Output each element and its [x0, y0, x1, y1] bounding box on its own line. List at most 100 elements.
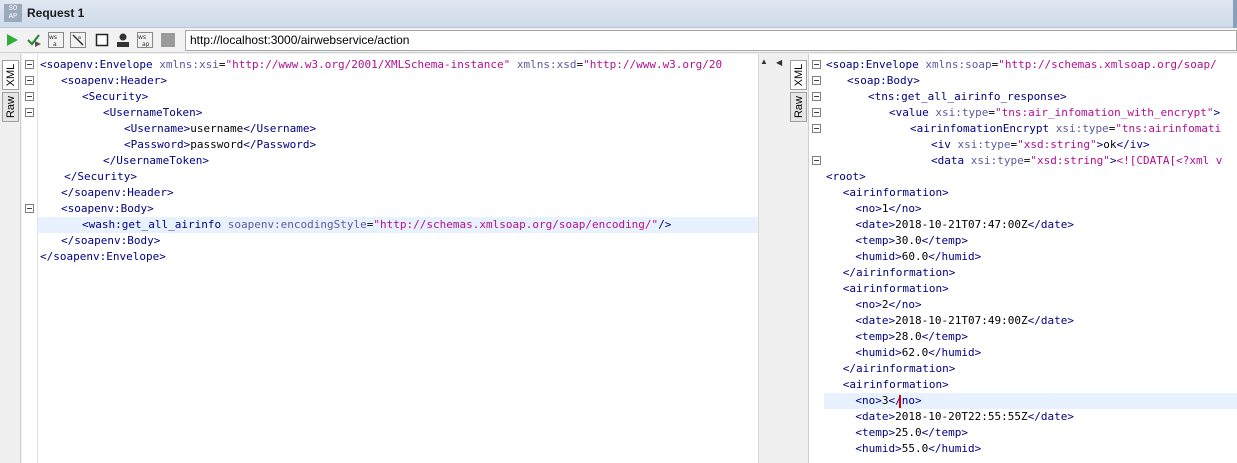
xml-txt-token: 55.0 — [901, 442, 929, 455]
xml-tag-token: <soapenv:Body> — [61, 202, 154, 215]
fold-toggle-icon[interactable] — [812, 108, 821, 117]
stop-icon[interactable] — [94, 32, 110, 48]
xml-tag-token: <Username> — [124, 122, 191, 135]
code-line: <temp>28.0</temp> — [855, 329, 968, 345]
fold-toggle-icon[interactable] — [25, 92, 34, 101]
code-line: <temp>25.0</temp> — [855, 425, 968, 441]
response-editor[interactable]: <soap:Envelope xmlns:soap = "http://schema… — [824, 54, 1237, 463]
code-line: <humid>55.0</humid> — [855, 441, 981, 457]
ws-b-icon[interactable]: a — [70, 32, 86, 48]
endpoint-url-input[interactable]: http://localhost:3000/airwebservice/acti… — [185, 30, 1237, 51]
xml-tag-token: </temp> — [921, 234, 968, 247]
xml-tag-token: </date> — [1027, 314, 1074, 327]
xml-attr-token: xmlns:soap — [925, 58, 992, 71]
code-line: <date>2018-10-21T07:49:00Z</date> — [855, 313, 1074, 329]
code-line: <value xsi:type="tns:air_infomation_with… — [889, 105, 1220, 121]
xml-tag-token: <UsernameToken> — [103, 106, 203, 119]
xml-tag-token: <tns:get_all_airinfo_response> — [868, 90, 1067, 103]
xml-txt-token: 2 — [881, 298, 889, 311]
code-line: <date>2018-10-21T07:47:00Z</date> — [855, 217, 1074, 233]
xml-tag-token: <no> — [855, 298, 882, 311]
xml-tag-token: <humid> — [855, 442, 902, 455]
xml-tag-token: </no> — [888, 394, 922, 407]
square-icon[interactable] — [160, 32, 176, 48]
text-cursor — [899, 395, 902, 408]
xml-attr-token: xmlns:xsd — [516, 58, 577, 71]
xml-tag-token: </iv> — [1116, 138, 1150, 151]
xml-val-token: "http://www.w3.org/2001/XMLSchema-instan… — [225, 58, 511, 71]
xml-tag-token: <Security> — [82, 90, 149, 103]
code-line: <humid>62.0</humid> — [855, 345, 981, 361]
xml-val-token: "http://www.w3.org/20 — [583, 58, 723, 71]
ws-a-icon[interactable]: wsa — [48, 32, 64, 48]
fold-toggle-icon[interactable] — [25, 204, 34, 213]
xml-tag-token: </temp> — [921, 330, 968, 343]
check-play-icon[interactable] — [26, 32, 42, 48]
xml-attr-token: xsi:type — [970, 154, 1024, 167]
fold-toggle-icon[interactable] — [25, 108, 34, 117]
xml-val-token: "tns:airinfomati — [1115, 122, 1222, 135]
xml-tag-token: </humid> — [928, 346, 982, 359]
tab-xml-request[interactable]: XML — [2, 60, 19, 90]
request-editor[interactable]: <soapenv:Envelope xmlns:xsi="http://www.… — [38, 54, 758, 463]
xml-txt-token — [510, 58, 517, 71]
fold-toggle-icon[interactable] — [25, 60, 34, 69]
xml-val-token: "tns:air_infomation_with_encrypt" — [994, 106, 1214, 119]
code-line: <date>2018-10-20T22:55:55Z</date> — [855, 409, 1074, 425]
svg-text:a: a — [78, 35, 81, 41]
scroll-up-icon[interactable]: ▲ — [760, 57, 768, 66]
tab-raw-response[interactable]: Raw — [790, 92, 807, 122]
xml-tag-token: <temp> — [855, 426, 896, 439]
fold-toggle-icon[interactable] — [812, 124, 821, 133]
fold-toggle-icon[interactable] — [812, 76, 821, 85]
xml-tag-token: </temp> — [921, 426, 968, 439]
xml-txt-token: username — [190, 122, 244, 135]
xml-tag-token: <airinformation> — [842, 186, 949, 199]
request-scrollbar[interactable]: ▲ — [758, 54, 770, 463]
code-line: <no>2</no> — [855, 297, 921, 313]
xml-tag-token: <airinformation> — [842, 378, 949, 391]
split-left-icon[interactable]: ◀ — [776, 58, 782, 67]
code-line: <wash:get_all_airinfo soapenv:encodingSt… — [82, 217, 671, 233]
xml-tag-token: </Username> — [243, 122, 317, 135]
svg-text:ws: ws — [49, 34, 57, 41]
xml-tag-token: <no> — [855, 394, 882, 407]
tab-xml-response[interactable]: XML — [790, 60, 807, 90]
fold-toggle-icon[interactable] — [812, 60, 821, 69]
ws-c-icon[interactable]: wsap — [137, 32, 153, 48]
code-line: <soapenv:Envelope xmlns:xsi="http://www.… — [40, 57, 722, 73]
tab-raw-request[interactable]: Raw — [2, 92, 19, 122]
xml-tag-token: <date> — [855, 218, 896, 231]
code-line: <iv xsi:type="xsd:string">ok</iv> — [931, 137, 1150, 153]
user-icon[interactable] — [115, 32, 131, 48]
request-view-tabs: XML Raw — [0, 54, 21, 463]
code-line: </UsernameToken> — [103, 153, 209, 169]
xml-val-token: <![CDATA[<?xml v — [1116, 154, 1223, 167]
xml-tag-token: <soap:Body> — [847, 74, 920, 87]
xml-tag-token: <humid> — [855, 250, 902, 263]
fold-toggle-icon[interactable] — [25, 76, 34, 85]
code-line: </soapenv:Body> — [61, 233, 160, 249]
fold-toggle-icon[interactable] — [812, 156, 821, 165]
title-bar: SO AP Request 1 — [0, 0, 1237, 28]
xml-tag-token: </Security> — [64, 170, 137, 183]
xml-attr-token: soapenv:encodingStyle — [227, 218, 367, 231]
code-line: <Password>password</Password> — [124, 137, 316, 153]
xml-tag-token: </humid> — [928, 250, 982, 263]
code-line: <Security> — [82, 89, 148, 105]
soap-logo-icon: SO AP — [4, 4, 22, 22]
fold-toggle-icon[interactable] — [812, 92, 821, 101]
xml-tag-token: /> — [658, 218, 672, 231]
xml-txt-token: 30.0 — [895, 234, 922, 247]
xml-tag-token: </UsernameToken> — [103, 154, 209, 167]
play-icon[interactable] — [4, 32, 20, 48]
xml-tag-token: </date> — [1027, 218, 1074, 231]
code-line: </airinformation> — [843, 265, 956, 281]
xml-txt-token: 3 — [881, 394, 889, 407]
xml-tag-token: <soap:Envelope — [826, 58, 926, 71]
xml-tag-token: </airinformation> — [842, 266, 956, 279]
code-line: <soap:Envelope xmlns:soap="http://schema… — [826, 57, 1217, 73]
xml-tag-token: </no> — [888, 298, 922, 311]
code-line: <airinformation> — [843, 185, 949, 201]
code-line: <temp>30.0</temp> — [855, 233, 968, 249]
